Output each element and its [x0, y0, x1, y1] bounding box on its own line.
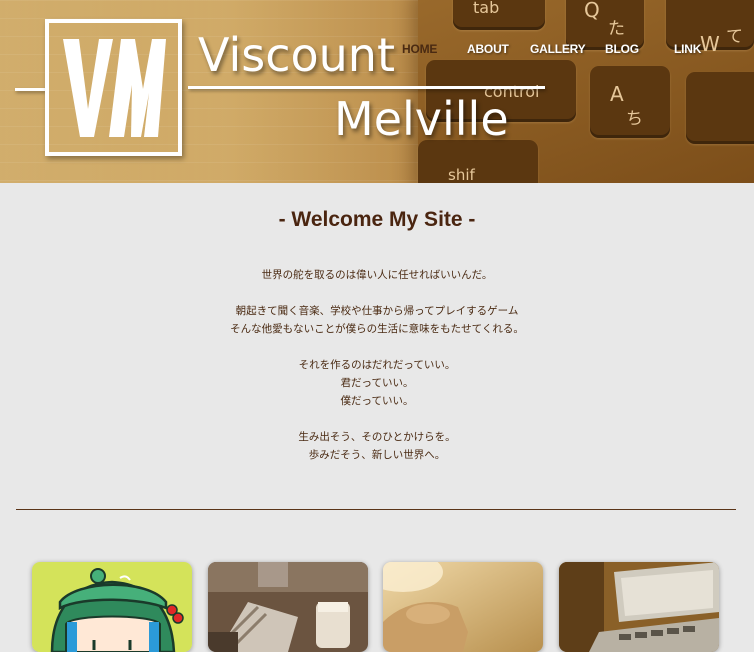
feature-card-4[interactable] — [559, 562, 719, 652]
main-nav: HOME ABOUT GALLERY BLOG LINK — [390, 42, 720, 60]
q-key-kana: た — [608, 19, 625, 39]
a-key-label: A — [610, 82, 624, 106]
desk-photo-thumbnail-icon — [208, 562, 368, 652]
a-key-kana: ち — [626, 109, 643, 129]
intro-text: 世界の舵を取るのは偉い人に任せればいいんだ。 朝起きて聞く音楽、学校や仕事から帰… — [0, 266, 754, 482]
brand-name-bottom: Melville — [334, 92, 509, 146]
brand-name-top: Viscount — [198, 28, 395, 82]
nav-link[interactable]: LINK — [674, 42, 701, 56]
welcome-heading: - Welcome My Site - — [278, 208, 476, 231]
section-divider — [16, 509, 736, 510]
nav-home[interactable]: HOME — [402, 42, 437, 56]
anime-character-thumbnail-icon — [32, 562, 192, 652]
logo-left-line — [15, 88, 45, 91]
intro-paragraph-1: 世界の舵を取るのは偉い人に任せればいいんだ。 — [0, 266, 754, 284]
tab-key-label: tab — [473, 0, 500, 17]
nav-gallery[interactable]: GALLERY — [530, 42, 586, 56]
laptop-photo-thumbnail-icon — [559, 562, 719, 652]
s-key — [686, 72, 754, 144]
shift-key: shif — [418, 140, 538, 183]
intro-line: 朝起きて聞く音楽、学校や仕事から帰ってプレイするゲーム — [235, 305, 519, 317]
feature-card-3[interactable] — [383, 562, 543, 652]
logo-emblem[interactable] — [45, 19, 182, 156]
feature-card-2[interactable] — [208, 562, 368, 652]
intro-line: 生み出そう、そのひとかけらを。 — [298, 431, 456, 443]
site-header: tab Q た W て control A ち shif Viscount Me… — [0, 0, 754, 183]
nav-blog[interactable]: BLOG — [605, 42, 639, 56]
intro-line: そんな他愛もないことが僕らの生活に意味をもたせてくれる。 — [230, 323, 524, 335]
vm-monogram-icon — [63, 39, 166, 137]
feature-card-1[interactable] — [32, 562, 192, 652]
w-key-kana: て — [726, 27, 743, 47]
a-key: A ち — [590, 66, 670, 138]
intro-line: 君だっていい。 — [340, 377, 414, 389]
shift-key-label: shif — [448, 166, 475, 183]
intro-line: それを作るのはだれだっていい。 — [298, 359, 456, 371]
logo-center-line — [188, 86, 545, 89]
intro-paragraph-2: 朝起きて聞く音楽、学校や仕事から帰ってプレイするゲーム そんな他愛もないことが僕… — [0, 302, 754, 338]
intro-line: 世界の舵を取るのは偉い人に任せればいいんだ。 — [261, 269, 493, 281]
q-key-label: Q — [584, 0, 600, 22]
intro-line: 歩みだそう、新しい世界へ。 — [308, 449, 446, 461]
hand-photo-thumbnail-icon — [383, 562, 543, 652]
intro-paragraph-3: それを作るのはだれだっていい。 君だっていい。 僕だっていい。 — [0, 356, 754, 410]
nav-about[interactable]: ABOUT — [467, 42, 509, 56]
intro-line: 僕だっていい。 — [340, 395, 414, 407]
intro-paragraph-4: 生み出そう、そのひとかけらを。 歩みだそう、新しい世界へ。 — [0, 428, 754, 464]
tab-key: tab — [453, 0, 545, 30]
